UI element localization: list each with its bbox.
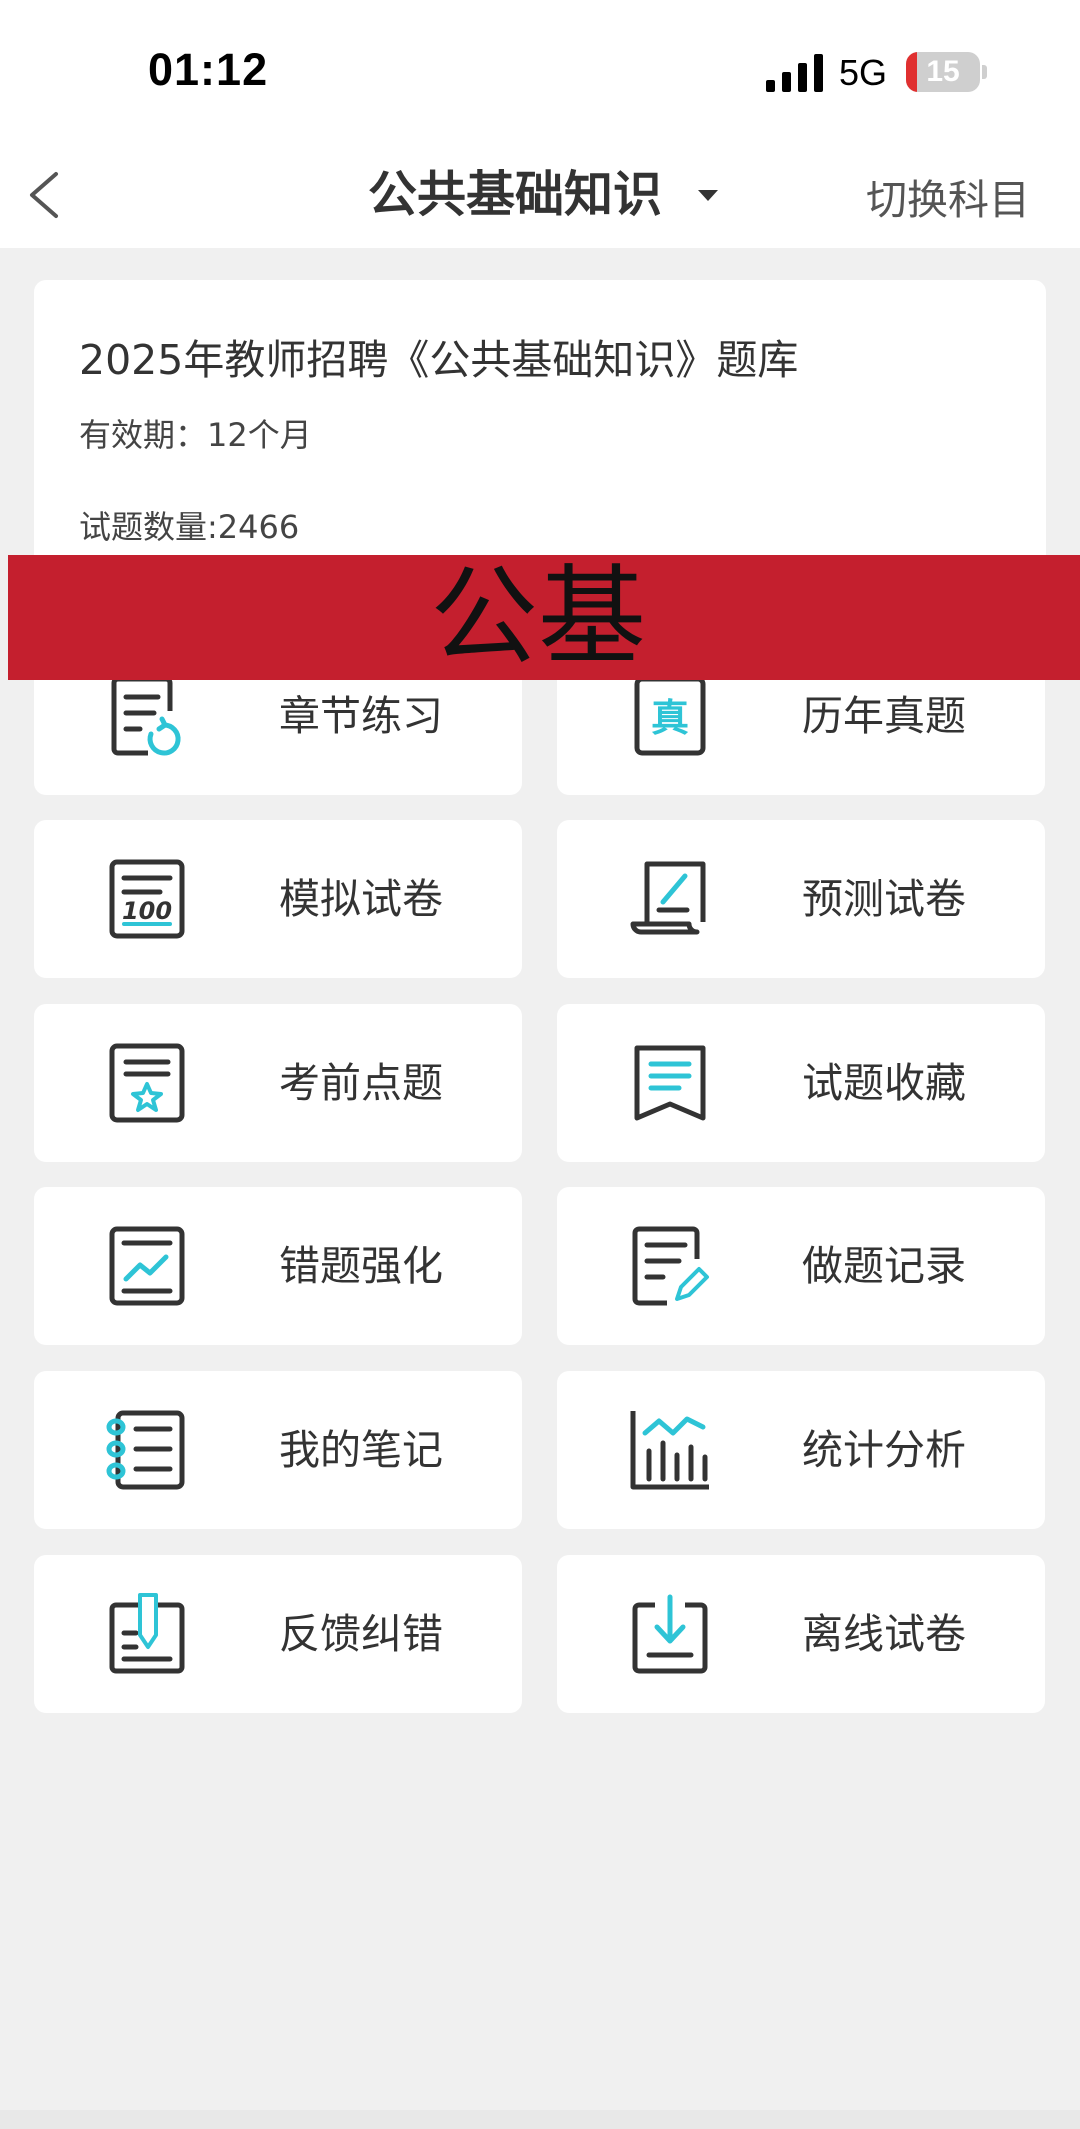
network-label: 5G (839, 52, 888, 93)
history-record-icon (632, 1226, 709, 1306)
feature-tile-offline-exam[interactable]: 离线试卷 (557, 1555, 1045, 1713)
feature-tile-prediction-exam[interactable]: 预测试卷 (557, 820, 1045, 978)
feature-label: 试题收藏 (802, 1059, 966, 1107)
feature-label: 预测试卷 (802, 875, 966, 923)
signal-icon (766, 54, 823, 92)
feature-tile-feedback[interactable]: 反馈纠错 (34, 1555, 522, 1713)
question-bank-card: 2025年教师招聘《公共基础知识》题库 有效期：12个月 试题数量:2466 (34, 280, 1046, 592)
feature-tile-key-points[interactable]: 考前点题 (34, 1004, 522, 1162)
feature-tile-statistics[interactable]: 统计分析 (557, 1371, 1045, 1529)
overlay-banner: 公基 (8, 555, 1080, 680)
feature-label: 模拟试卷 (279, 875, 443, 923)
feature-label: 我的笔记 (279, 1426, 443, 1474)
question-bank-title: 2025年教师招聘《公共基础知识》题库 (79, 336, 799, 384)
switch-subject-button[interactable]: 切换科目 (866, 166, 1030, 226)
statistics-icon (630, 1411, 709, 1490)
mock-exam-icon: 100 (109, 859, 185, 939)
battery-icon: 15 (906, 52, 987, 92)
feature-label: 做题记录 (802, 1242, 966, 1290)
key-points-icon (109, 1043, 185, 1123)
prediction-exam-icon (630, 861, 706, 935)
chapter-practice-icon (111, 676, 181, 756)
past-exam-icon: 真 (634, 676, 706, 756)
page-title: 公共基础知识 (368, 165, 663, 223)
bookmark-icon (634, 1045, 706, 1121)
subject-selector[interactable]: 公共基础知识 (368, 160, 719, 223)
status-time: 01:12 (148, 44, 269, 95)
feedback-icon (109, 1593, 185, 1674)
question-count: 试题数量:2466 (79, 508, 300, 546)
battery-level: 15 (926, 55, 960, 88)
svg-text:真: 真 (651, 696, 689, 740)
status-bar: 01:12 5G 15 (0, 0, 1080, 140)
feature-tile-notes[interactable]: 我的笔记 (34, 1371, 522, 1529)
feature-label: 错题强化 (279, 1242, 443, 1290)
download-icon (632, 1594, 708, 1674)
feature-label: 统计分析 (802, 1426, 966, 1474)
feature-label: 离线试卷 (802, 1610, 966, 1658)
feature-tile-mock-exam[interactable]: 100 模拟试卷 (34, 820, 522, 978)
bottom-divider (0, 2110, 1080, 2129)
banner-text: 公基 (429, 555, 646, 680)
caret-down-icon (698, 189, 719, 201)
feature-tile-history[interactable]: 做题记录 (557, 1187, 1045, 1345)
notebook-icon (106, 1410, 185, 1490)
nav-bar: 公共基础知识 切换科目 (0, 140, 1080, 248)
wrong-answers-icon (109, 1226, 185, 1306)
feature-tile-wrong-answers[interactable]: 错题强化 (34, 1187, 522, 1345)
svg-text:100: 100 (122, 897, 172, 925)
feature-label: 考前点题 (279, 1059, 443, 1107)
feature-label: 反馈纠错 (279, 1610, 443, 1658)
validity-period: 有效期：12个月 (79, 416, 312, 454)
feature-tile-bookmarks[interactable]: 试题收藏 (557, 1004, 1045, 1162)
back-button[interactable] (22, 168, 72, 222)
